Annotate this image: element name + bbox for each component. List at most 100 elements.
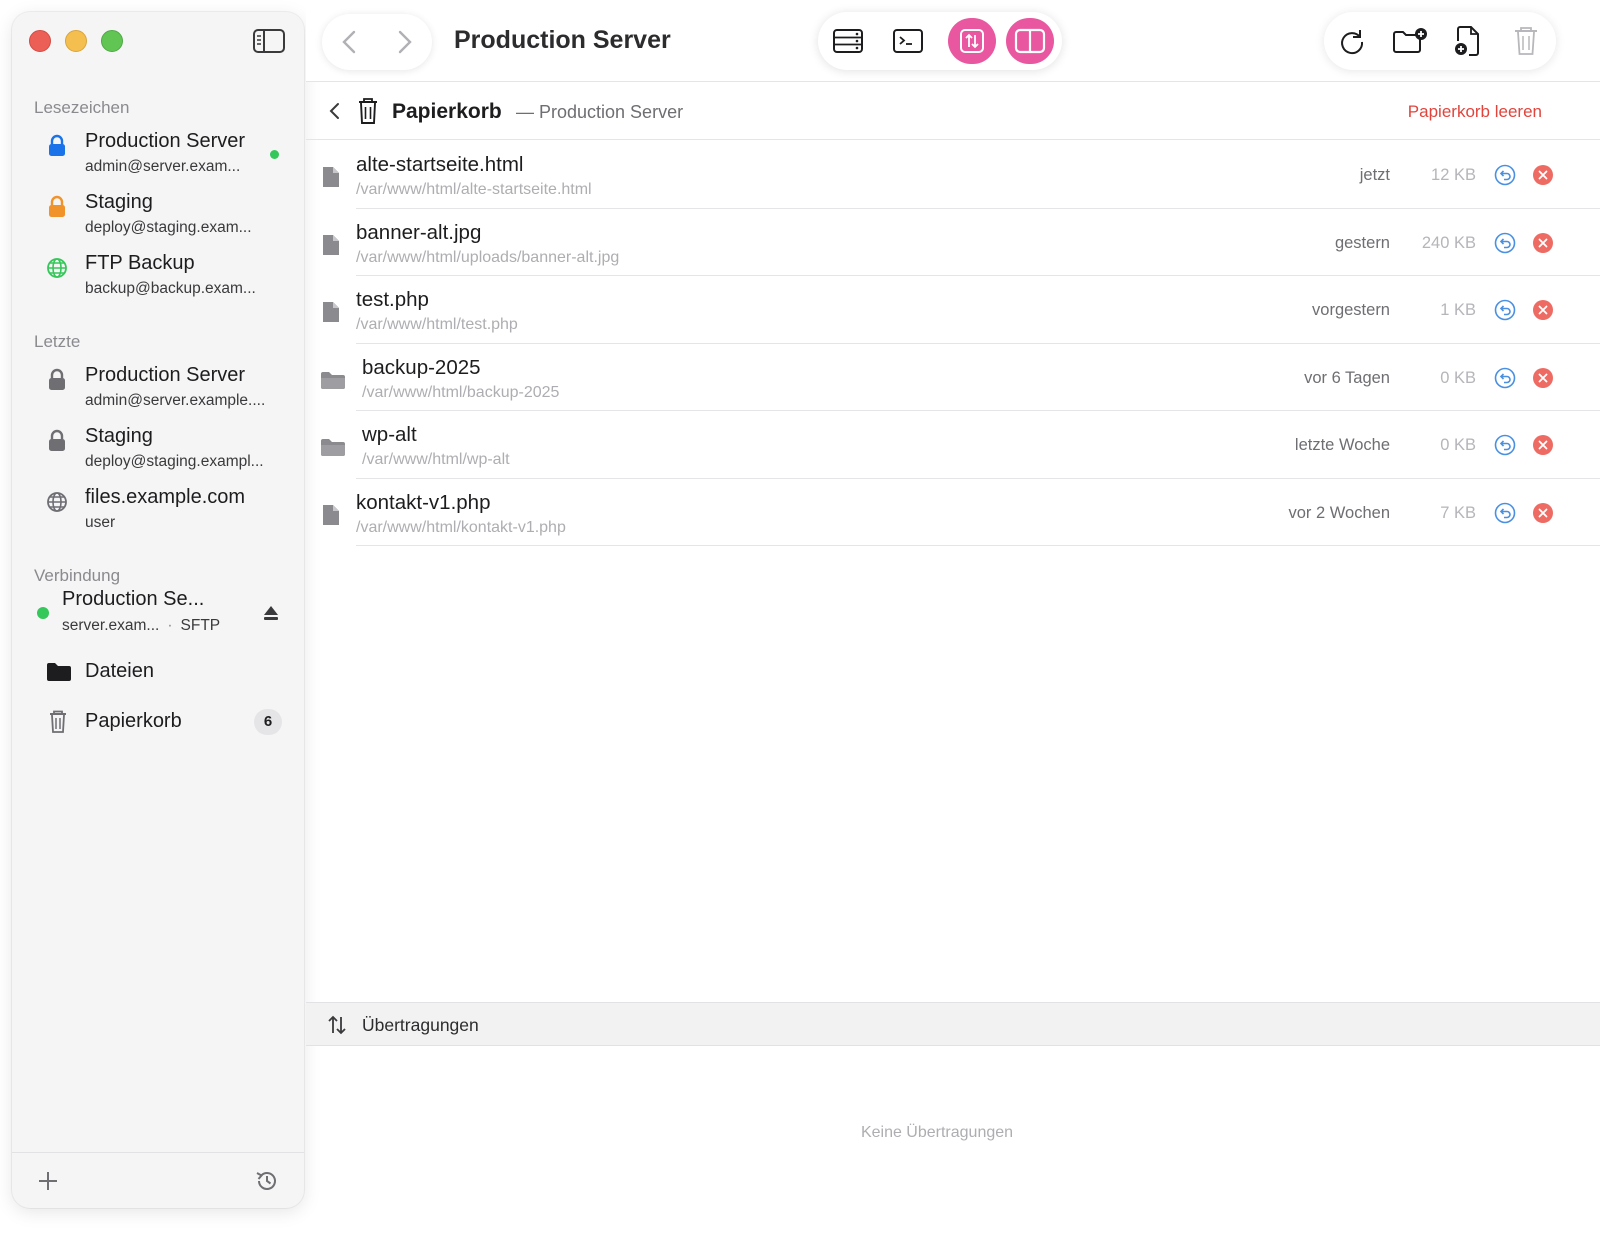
- file-size: 240 KB: [1421, 233, 1476, 252]
- transfers-bar[interactable]: Übertragungen: [306, 1002, 1600, 1046]
- close-window-button[interactable]: [29, 30, 51, 52]
- nav-trash[interactable]: Papierkorb 6: [34, 702, 296, 742]
- server-view-button[interactable]: [824, 18, 872, 64]
- refresh-icon[interactable]: [1336, 25, 1368, 57]
- restore-icon[interactable]: [1494, 367, 1516, 389]
- restore-icon[interactable]: [1494, 299, 1516, 321]
- navigation-pill: [322, 14, 432, 70]
- connection-name: Production Se...: [62, 588, 205, 610]
- sidebar-footer: [12, 1152, 304, 1208]
- folder-icon: [320, 435, 345, 459]
- bookmark-detail: deploy@staging.exam...: [85, 219, 252, 236]
- restore-icon[interactable]: [1494, 164, 1516, 186]
- file-icon: [320, 165, 342, 189]
- recent-detail: user: [85, 514, 116, 531]
- nav-files-label: Dateien: [85, 660, 154, 682]
- table-row[interactable]: backup-2025 /var/www/html/backup-2025 vo…: [306, 344, 1600, 411]
- window-title: Production Server: [454, 26, 671, 54]
- bookmark-name: Staging: [85, 191, 153, 213]
- nav-files[interactable]: Dateien: [34, 652, 296, 692]
- delete-permanently-icon[interactable]: [1532, 299, 1554, 321]
- transfer-arrows-icon: [960, 29, 984, 53]
- table-row[interactable]: wp-alt /var/www/html/wp-alt letzte Woche…: [306, 411, 1600, 479]
- bookmark-detail: admin@server.exam...: [85, 158, 241, 175]
- back-chevron-icon[interactable]: [336, 28, 364, 56]
- split-view-button[interactable]: [1006, 18, 1054, 64]
- new-file-icon[interactable]: [1452, 25, 1484, 57]
- terminal-icon: [893, 29, 923, 53]
- bookmark-name: FTP Backup: [85, 252, 195, 274]
- file-name: wp-alt: [362, 423, 417, 446]
- sidebar-toggle-icon[interactable]: [252, 28, 286, 54]
- bookmarks-section-title: Lesezeichen: [34, 98, 130, 117]
- page-title: Papierkorb: [392, 100, 502, 123]
- file-size: 12 KB: [1431, 166, 1476, 184]
- new-folder-icon[interactable]: [1392, 25, 1430, 57]
- empty-trash-button[interactable]: Papierkorb leeren: [1408, 102, 1542, 122]
- file-name: banner-alt.jpg: [356, 220, 482, 244]
- split-view-icon: [1014, 28, 1046, 54]
- active-connection[interactable]: Production Se... server.exam... · SFTP: [34, 586, 296, 642]
- connection-host: server.exam...: [62, 617, 160, 634]
- forward-chevron-icon[interactable]: [390, 28, 418, 56]
- table-row[interactable]: banner-alt.jpg /var/www/html/uploads/ban…: [306, 209, 1600, 276]
- file-path: /var/www/html/kontakt-v1.php: [356, 518, 566, 536]
- online-status-dot: [270, 150, 279, 159]
- delete-permanently-icon[interactable]: [1532, 434, 1554, 456]
- recent-detail: deploy@staging.exampl...: [85, 453, 264, 470]
- bookmark-item[interactable]: Production Server admin@server.exam...: [34, 128, 296, 184]
- view-mode-pill: [818, 12, 1062, 70]
- deleted-date: vor 6 Tagen: [1304, 368, 1390, 387]
- globe-icon: [47, 492, 67, 512]
- recent-item[interactable]: Production Server admin@server.example..…: [34, 362, 296, 418]
- bookmark-item[interactable]: FTP Backup backup@backup.exam...: [34, 250, 296, 306]
- deleted-date: jetzt: [1359, 166, 1390, 184]
- delete-permanently-icon[interactable]: [1532, 367, 1554, 389]
- eject-icon[interactable]: [262, 604, 280, 622]
- file-path: /var/www/html/alte-startseite.html: [356, 181, 592, 198]
- delete-icon[interactable]: [1510, 25, 1542, 57]
- deleted-date: letzte Woche: [1294, 436, 1390, 454]
- back-chevron-icon[interactable]: [324, 100, 344, 122]
- file-path: /var/www/html/uploads/banner-alt.jpg: [356, 248, 620, 266]
- trash-file-list: alte-startseite.html /var/www/html/alte-…: [306, 141, 1600, 546]
- restore-icon[interactable]: [1494, 434, 1516, 456]
- bookmark-detail: backup@backup.exam...: [85, 280, 256, 297]
- table-row[interactable]: test.php /var/www/html/test.php vorgeste…: [306, 276, 1600, 344]
- restore-icon[interactable]: [1494, 502, 1516, 524]
- delete-permanently-icon[interactable]: [1532, 502, 1554, 524]
- table-row[interactable]: kontakt-v1.php /var/www/html/kontakt-v1.…: [306, 479, 1600, 546]
- deleted-date: vorgestern: [1312, 301, 1390, 319]
- recent-item[interactable]: Staging deploy@staging.exampl...: [34, 423, 296, 479]
- trash-icon: [359, 98, 377, 124]
- transfer-view-button[interactable]: [948, 18, 996, 64]
- file-path: /var/www/html/wp-alt: [362, 451, 510, 468]
- globe-icon: [47, 258, 67, 278]
- connection-separator: ·: [167, 617, 173, 634]
- server-icon: [833, 29, 863, 53]
- deleted-date: vor 2 Wochen: [1288, 503, 1391, 522]
- delete-permanently-icon[interactable]: [1532, 232, 1554, 254]
- minimize-window-button[interactable]: [65, 30, 87, 52]
- maximize-window-button[interactable]: [101, 30, 123, 52]
- recent-section-title: Letzte: [34, 332, 81, 351]
- plus-icon[interactable]: [36, 1169, 60, 1193]
- delete-permanently-icon[interactable]: [1532, 164, 1554, 186]
- file-icon: [320, 503, 342, 527]
- row-divider: [356, 545, 1600, 546]
- bookmark-name: Production Server: [85, 130, 246, 152]
- bookmark-item[interactable]: Staging deploy@staging.exam...: [34, 189, 296, 245]
- file-name: test.php: [356, 288, 429, 311]
- restore-icon[interactable]: [1494, 232, 1516, 254]
- transfer-arrows-icon: [328, 1015, 346, 1035]
- recent-item[interactable]: files.example.com user: [34, 484, 296, 540]
- deleted-date: gestern: [1334, 233, 1390, 252]
- history-icon[interactable]: [254, 1168, 280, 1194]
- file-name: alte-startseite.html: [356, 153, 524, 176]
- trash-header: Papierkorb — Production Server Papierkor…: [306, 82, 1600, 140]
- terminal-button[interactable]: [884, 18, 932, 64]
- connection-section-title: Verbindung: [34, 566, 121, 585]
- table-row[interactable]: alte-startseite.html /var/www/html/alte-…: [306, 141, 1600, 209]
- file-icon: [320, 233, 342, 257]
- connection-detail: server.exam... · SFTP: [62, 617, 220, 635]
